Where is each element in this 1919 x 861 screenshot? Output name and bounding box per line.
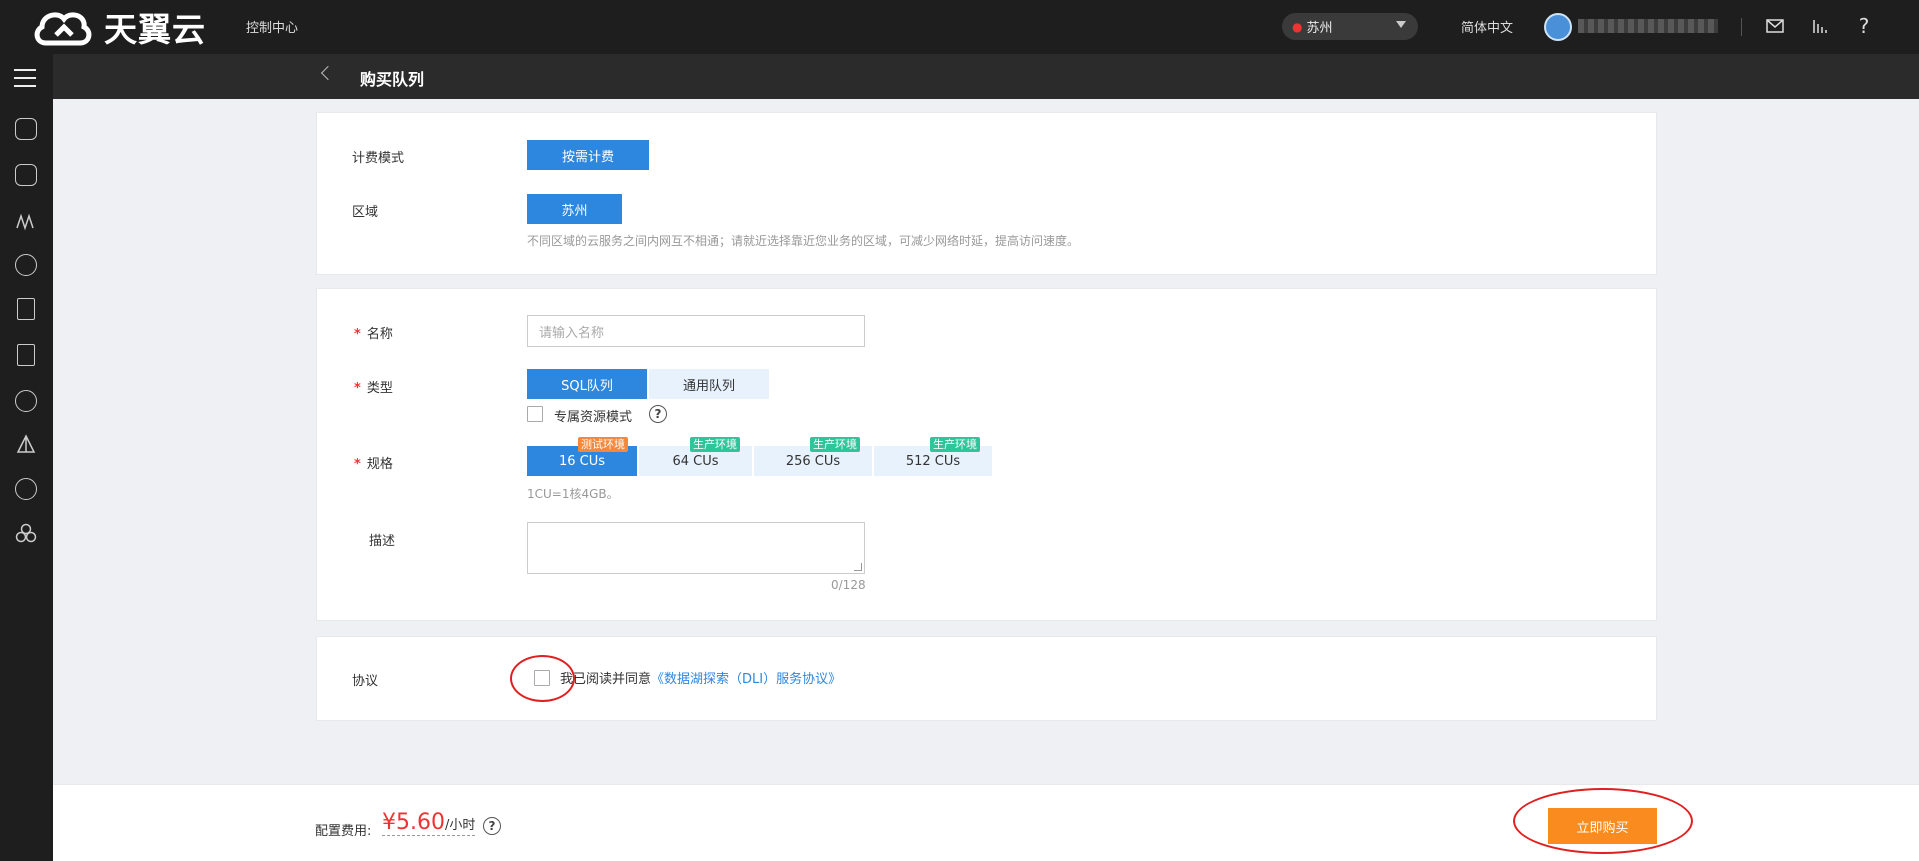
location-pin-icon: ● bbox=[1292, 19, 1303, 34]
username-redacted[interactable] bbox=[1578, 19, 1718, 33]
test-env-tag: 测试环境 bbox=[578, 437, 628, 452]
page-header: 购买队列 bbox=[53, 54, 1919, 99]
caret-down-icon bbox=[1396, 21, 1406, 28]
cloud-upload-icon[interactable] bbox=[15, 390, 37, 412]
top-navbar: 天翼云 控制中心 ● 苏州 简体中文 ? bbox=[0, 0, 1919, 54]
cloud-icon[interactable] bbox=[15, 254, 37, 276]
annotation-circle bbox=[1513, 788, 1693, 854]
disk-icon[interactable] bbox=[15, 164, 37, 186]
prod-env-tag: 生产环境 bbox=[810, 437, 860, 452]
chart-icon[interactable] bbox=[1808, 14, 1832, 38]
resize-grip-icon[interactable] bbox=[854, 563, 862, 571]
region-dropdown[interactable]: ● 苏州 bbox=[1282, 13, 1418, 40]
fee-label: 配置费用: bbox=[315, 824, 372, 839]
fee-price: ¥5.60/小时 bbox=[382, 810, 476, 836]
region-hint: 不同区域的云服务之间内网互不相通；请就近选择靠近您业务的区域，可减少网络时延，提… bbox=[527, 234, 1080, 248]
prod-env-tag: 生产环境 bbox=[690, 437, 740, 452]
help-icon[interactable]: ? bbox=[649, 405, 667, 423]
region-label: 区域 bbox=[352, 205, 379, 220]
dedicated-resource-checkbox[interactable] bbox=[527, 406, 543, 422]
type-general-queue-tab[interactable]: 通用队列 bbox=[649, 369, 769, 399]
help-icon[interactable]: ? bbox=[1852, 14, 1876, 38]
menu-icon[interactable] bbox=[14, 69, 36, 87]
region-suzhou-button[interactable]: 苏州 bbox=[527, 194, 622, 224]
language-switch[interactable]: 简体中文 bbox=[1461, 17, 1513, 36]
region-value: 苏州 bbox=[1306, 21, 1333, 36]
type-label: * 类型 bbox=[354, 381, 393, 396]
mail-icon[interactable] bbox=[1763, 14, 1787, 38]
description-label: 描述 bbox=[369, 534, 396, 549]
cloud-logo-icon bbox=[34, 12, 92, 46]
cluster-icon[interactable] bbox=[15, 522, 37, 544]
cloud-server-icon[interactable] bbox=[15, 118, 37, 140]
billing-on-demand-button[interactable]: 按需计费 bbox=[527, 140, 649, 170]
sail-icon[interactable] bbox=[15, 434, 37, 456]
document-icon[interactable] bbox=[17, 298, 35, 320]
side-rail bbox=[0, 54, 53, 861]
divider bbox=[1741, 18, 1742, 36]
network-icon[interactable] bbox=[15, 210, 37, 232]
ip-icon[interactable] bbox=[15, 478, 37, 500]
type-sql-queue-tab[interactable]: SQL队列 bbox=[527, 369, 647, 399]
console-link[interactable]: 控制中心 bbox=[246, 17, 298, 36]
name-input[interactable]: 请输入名称 bbox=[527, 315, 865, 347]
back-chevron-icon[interactable] bbox=[320, 65, 336, 81]
description-counter: 0/128 bbox=[831, 578, 866, 592]
billing-mode-label: 计费模式 bbox=[352, 151, 405, 166]
billing-card bbox=[316, 112, 1657, 275]
storage-icon[interactable] bbox=[17, 344, 35, 366]
avatar[interactable] bbox=[1544, 13, 1572, 41]
agreement-link[interactable]: 《数据湖探索（DLI）服务协议》 bbox=[651, 672, 841, 687]
description-textarea[interactable] bbox=[527, 522, 865, 574]
page-title: 购买队列 bbox=[360, 70, 425, 89]
spec-hint: 1CU=1核4GB。 bbox=[527, 487, 619, 501]
agreement-label: 协议 bbox=[352, 674, 379, 689]
agreement-text: 我已阅读并同意《数据湖探索（DLI）服务协议》 bbox=[560, 672, 842, 687]
logo-text: 天翼云 bbox=[104, 10, 206, 49]
help-icon[interactable]: ? bbox=[483, 817, 501, 835]
logo[interactable]: 天翼云 bbox=[32, 5, 206, 49]
name-label: * 名称 bbox=[354, 327, 393, 342]
dedicated-resource-label: 专属资源模式 bbox=[554, 410, 633, 425]
spec-label: * 规格 bbox=[354, 457, 393, 472]
prod-env-tag: 生产环境 bbox=[930, 437, 980, 452]
